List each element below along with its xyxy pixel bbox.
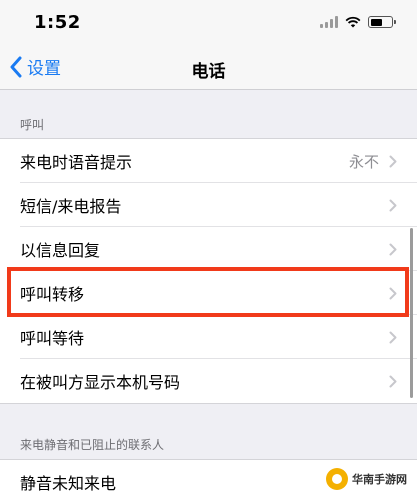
status-time: 1:52 [34,12,81,33]
row-label: 以信息回复 [20,241,101,260]
scroll-indicator[interactable] [410,228,413,398]
row-label: 来电时语音提示 [20,153,133,172]
section-header-silence-blocked: 来电静音和已阻止的联系人 [20,438,165,452]
chevron-right-icon [389,243,397,256]
row-label: 呼叫等待 [20,329,85,348]
wifi-icon [345,16,361,28]
row-sms-call-reporting[interactable]: 短信/来电报告 [0,183,417,227]
watermark-text: 华南手游网 [352,473,407,486]
chevron-right-icon [389,331,397,344]
navigation-bar: 设置 电话 [0,44,417,90]
row-value: 永不 [348,152,379,171]
row-label: 短信/来电报告 [20,197,122,216]
battery-icon [368,16,396,28]
row-label: 静音未知来电 [20,474,117,493]
watermark: 华南手游网 [326,468,407,490]
page-title: 电话 [191,62,226,82]
row-announce-calls[interactable]: 来电时语音提示 永不 [0,139,417,183]
row-call-forwarding[interactable]: 呼叫转移 [0,271,417,315]
status-bar: 1:52 [0,0,417,44]
section-header-calls: 呼叫 [20,118,45,132]
chevron-right-icon [389,155,397,168]
chevron-right-icon [389,199,397,212]
row-respond-with-text[interactable]: 以信息回复 [0,227,417,271]
chevron-right-icon [389,375,397,388]
row-label: 呼叫转移 [20,285,85,304]
watermark-logo-icon [326,468,348,490]
row-show-caller-id[interactable]: 在被叫方显示本机号码 [0,359,417,403]
chevron-right-icon [389,287,397,300]
row-label: 在被叫方显示本机号码 [20,373,181,392]
status-icons [320,14,396,30]
cellular-signal-icon [320,16,338,28]
row-call-waiting[interactable]: 呼叫等待 [0,315,417,359]
calls-group: 来电时语音提示 永不 短信/来电报告 以信息回复 呼叫转移 呼叫等待 在被叫方显… [0,138,417,404]
